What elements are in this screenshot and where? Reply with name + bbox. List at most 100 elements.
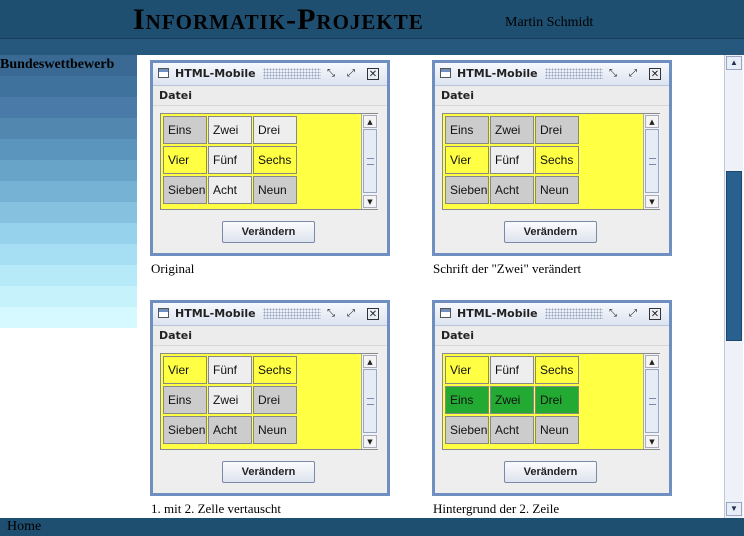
- content-area: Eins Zwei Drei Vier Fünf Sechs Sieben Acht Neun …: [160, 113, 378, 210]
- maximize-icon[interactable]: ⤢: [345, 68, 357, 80]
- window-title: HTML-Mobile: [175, 67, 256, 80]
- window-titlebar[interactable]: HTML-Mobile ⤡ ⤢ ✕: [435, 63, 669, 86]
- grid-cell: Zwei: [208, 386, 252, 414]
- sidebar-band: [0, 160, 137, 181]
- titlebar-grip: [545, 68, 603, 79]
- menu-datei[interactable]: Datei: [441, 89, 474, 102]
- grid-cell: Drei: [535, 116, 579, 144]
- content-scroll-thumb[interactable]: [363, 369, 377, 433]
- close-icon[interactable]: ✕: [367, 308, 379, 320]
- sidebar-band: [0, 181, 137, 202]
- content-scroll-thumb[interactable]: [645, 129, 659, 193]
- grid-cell: Fünf: [208, 356, 252, 384]
- scroll-down-arrow-icon[interactable]: ▼: [645, 195, 659, 208]
- grid-cell: Fünf: [208, 146, 252, 174]
- content-scrollbar[interactable]: ▲ ▼: [361, 114, 378, 209]
- content-scroll-thumb[interactable]: [645, 369, 659, 433]
- menu-datei[interactable]: Datei: [159, 89, 192, 102]
- grid-cell: Neun: [253, 176, 297, 204]
- page-scroll-thumb[interactable]: [726, 171, 742, 341]
- grid-cell: Neun: [535, 416, 579, 444]
- scroll-up-arrow-icon[interactable]: ▲: [363, 115, 377, 128]
- sidebar-band: [0, 286, 137, 307]
- menubar: Datei: [435, 326, 669, 346]
- maximize-icon[interactable]: ⤢: [627, 308, 639, 320]
- titlebar-grip: [545, 308, 603, 319]
- sidebar-band: [0, 202, 137, 223]
- veraendern-button[interactable]: Verändern: [504, 461, 597, 483]
- grid-cell: Drei: [253, 116, 297, 144]
- grid-cell: Zwei: [490, 116, 534, 144]
- grid-cell: Eins: [445, 116, 489, 144]
- menu-datei[interactable]: Datei: [441, 329, 474, 342]
- grid-cell: Vier: [163, 356, 207, 384]
- sidebar-band: [0, 97, 137, 118]
- grid-cell: Acht: [490, 416, 534, 444]
- grid-cell: Eins: [445, 386, 489, 414]
- scroll-down-arrow-icon[interactable]: ▼: [645, 435, 659, 448]
- content-scrollbar[interactable]: ▲ ▼: [643, 354, 660, 449]
- grid-cell: Drei: [535, 386, 579, 414]
- close-icon[interactable]: ✕: [367, 68, 379, 80]
- window-title: HTML-Mobile: [457, 307, 538, 320]
- content-area: Vier Fünf Sechs Eins Zwei Drei Sieben Acht Neun …: [160, 353, 378, 450]
- grid-cell: Sieben: [163, 176, 207, 204]
- site-footer: Home: [0, 518, 744, 536]
- scroll-up-arrow-icon[interactable]: ▲: [645, 355, 659, 368]
- titlebar-grip: [263, 308, 321, 319]
- window-icon: [440, 308, 451, 318]
- close-icon[interactable]: ✕: [649, 308, 661, 320]
- home-link[interactable]: Home: [7, 519, 41, 535]
- caption-original: Original: [151, 261, 195, 276]
- sidebar-band: [0, 76, 137, 97]
- window-titlebar[interactable]: HTML-Mobile ⤡ ⤢ ✕: [435, 303, 669, 326]
- grid-cell: Sieben: [445, 416, 489, 444]
- java-window-cells-swapped: HTML-Mobile ⤡ ⤢ ✕ Datei Vier Fünf Sechs Ein…: [150, 300, 390, 496]
- button-grid: Eins Zwei Drei Vier Fünf Sechs Sieben Acht Neun: [445, 116, 579, 207]
- window-titlebar[interactable]: HTML-Mobile ⤡ ⤢ ✕: [153, 303, 387, 326]
- maximize-icon[interactable]: ⤢: [627, 68, 639, 80]
- grid-cell: Sieben: [445, 176, 489, 204]
- content-scrollbar[interactable]: ▲ ▼: [643, 114, 660, 209]
- maximize-icon[interactable]: ⤢: [345, 308, 357, 320]
- page-scrollbar[interactable]: ▲ ▼: [724, 55, 743, 518]
- caption-font-changed: Schrift der "Zwei" verändert: [433, 261, 582, 276]
- grid-cell: Acht: [208, 176, 252, 204]
- grid-cell: Zwei: [208, 116, 252, 144]
- java-window-original: HTML-Mobile ⤡ ⤢ ✕ Datei Eins Zwei Drei Vier…: [150, 60, 390, 256]
- button-grid: Eins Zwei Drei Vier Fünf Sechs Sieben Acht Neun: [163, 116, 297, 207]
- content-scrollbar[interactable]: ▲ ▼: [361, 354, 378, 449]
- scroll-down-arrow-icon[interactable]: ▼: [726, 502, 742, 516]
- grid-cell: Sechs: [535, 356, 579, 384]
- veraendern-button[interactable]: Verändern: [222, 461, 315, 483]
- window-titlebar[interactable]: HTML-Mobile ⤡ ⤢ ✕: [153, 63, 387, 86]
- menubar: Datei: [153, 86, 387, 106]
- scroll-down-arrow-icon[interactable]: ▼: [363, 435, 377, 448]
- grid-cell: Eins: [163, 386, 207, 414]
- sidebar-link-bundeswettbewerb[interactable]: Bundeswettbewerb: [0, 57, 114, 73]
- content-scroll-thumb[interactable]: [363, 129, 377, 193]
- menubar: Datei: [435, 86, 669, 106]
- sidebar: [0, 55, 137, 330]
- grid-cell: Neun: [253, 416, 297, 444]
- minimize-icon[interactable]: ⤡: [325, 68, 337, 80]
- scroll-down-arrow-icon[interactable]: ▼: [363, 195, 377, 208]
- minimize-icon[interactable]: ⤡: [607, 68, 619, 80]
- grid-cell: Drei: [253, 386, 297, 414]
- scroll-up-arrow-icon[interactable]: ▲: [645, 115, 659, 128]
- minimize-icon[interactable]: ⤡: [325, 308, 337, 320]
- content-area: Eins Zwei Drei Vier Fünf Sechs Sieben Acht Neun …: [442, 113, 660, 210]
- button-grid: Vier Fünf Sechs Eins Zwei Drei Sieben Acht Neun: [445, 356, 579, 447]
- grid-cell: Vier: [163, 146, 207, 174]
- button-grid: Vier Fünf Sechs Eins Zwei Drei Sieben Acht Neun: [163, 356, 297, 447]
- scroll-up-arrow-icon[interactable]: ▲: [363, 355, 377, 368]
- minimize-icon[interactable]: ⤡: [607, 308, 619, 320]
- sidebar-band: [0, 265, 137, 286]
- veraendern-button[interactable]: Verändern: [222, 221, 315, 243]
- grid-cell: Sechs: [253, 356, 297, 384]
- veraendern-button[interactable]: Verändern: [504, 221, 597, 243]
- scroll-up-arrow-icon[interactable]: ▲: [726, 56, 742, 70]
- close-icon[interactable]: ✕: [649, 68, 661, 80]
- grid-cell: Zwei: [490, 386, 534, 414]
- menu-datei[interactable]: Datei: [159, 329, 192, 342]
